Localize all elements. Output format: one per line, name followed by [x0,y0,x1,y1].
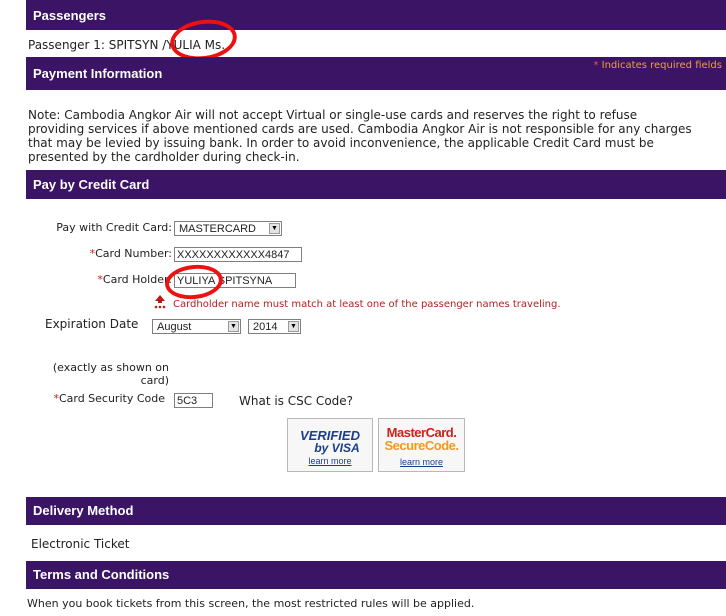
delivery-header: Delivery Method [26,497,726,525]
card-number-label: *Card Number: [90,247,172,260]
expiration-label: Expiration Date [45,317,139,331]
verified-visa-learn-more[interactable]: learn more [288,456,372,466]
payment-note-line: presented by the cardholder during check… [28,150,300,164]
chevron-down-icon[interactable]: ▼ [228,321,239,332]
mastercard-learn-more[interactable]: learn more [379,457,464,467]
required-star: * [593,60,599,71]
card-holder-warning: Cardholder name must match at least one … [173,299,561,310]
warning-icon [152,294,168,310]
csc-label: *Card Security Code [53,392,165,405]
highlight-card-holder [163,262,225,302]
card-type-select[interactable]: MASTERCARD ▼ [174,221,282,236]
payment-note-line: providing services if above mentioned ca… [28,122,692,136]
exact-note: (exactly as shown on card) [53,361,169,387]
card-holder-label-text: Card Holder: [102,273,172,286]
expiration-month-value: August [157,321,192,333]
terms-title: Terms and Conditions [33,567,170,582]
exact-note-line2: card) [140,374,169,387]
passengers-title: Passengers [33,8,106,23]
required-note-text: Indicates required fields [601,60,722,71]
mastercard-securecode-badge[interactable]: MasterCard. SecureCode. learn more [378,418,465,472]
card-type-value: MASTERCARD [179,223,257,235]
csc-field[interactable]: 5C3 [174,393,213,408]
passengers-header: Passengers [26,0,726,30]
mastercard-line2: SecureCode. [384,438,459,453]
card-number-label-text: Card Number: [95,247,172,260]
pay-with-label: Pay with Credit Card: [56,221,172,234]
delivery-title: Delivery Method [33,503,134,518]
expiration-month-select[interactable]: August ▼ [152,319,241,334]
exact-note-line1: (exactly as shown on [52,361,169,374]
payment-note-line: Note: Cambodia Angkor Air will not accep… [28,108,638,122]
delivery-value: Electronic Ticket [31,537,130,551]
csc-help-link[interactable]: What is CSC Code? [239,394,353,408]
terms-text: When you book tickets from this screen, … [27,597,475,610]
verified-by-visa-badge[interactable]: VERIFIED by VISA learn more [287,418,373,472]
verified-visa-line2: by VISA [314,441,360,455]
card-number-field[interactable]: XXXXXXXXXXXX4847 [174,247,302,262]
expiration-year-value: 2014 [253,321,278,333]
payment-note: Note: Cambodia Angkor Air will not accep… [28,108,692,164]
card-holder-label: *Card Holder: [97,273,172,286]
payment-note-line: that may be levied by issuing bank. In o… [28,136,654,150]
terms-header: Terms and Conditions [26,561,726,589]
chevron-down-icon[interactable]: ▼ [288,321,299,332]
expiration-year-select[interactable]: 2014 ▼ [248,319,301,334]
credit-card-header: Pay by Credit Card [26,170,726,199]
payment-info-title: Payment Information [33,66,163,81]
chevron-down-icon[interactable]: ▼ [269,223,280,234]
required-fields-note: * Indicates required fields [593,60,722,71]
credit-card-title: Pay by Credit Card [33,177,150,192]
csc-label-text: Card Security Code [58,392,165,405]
